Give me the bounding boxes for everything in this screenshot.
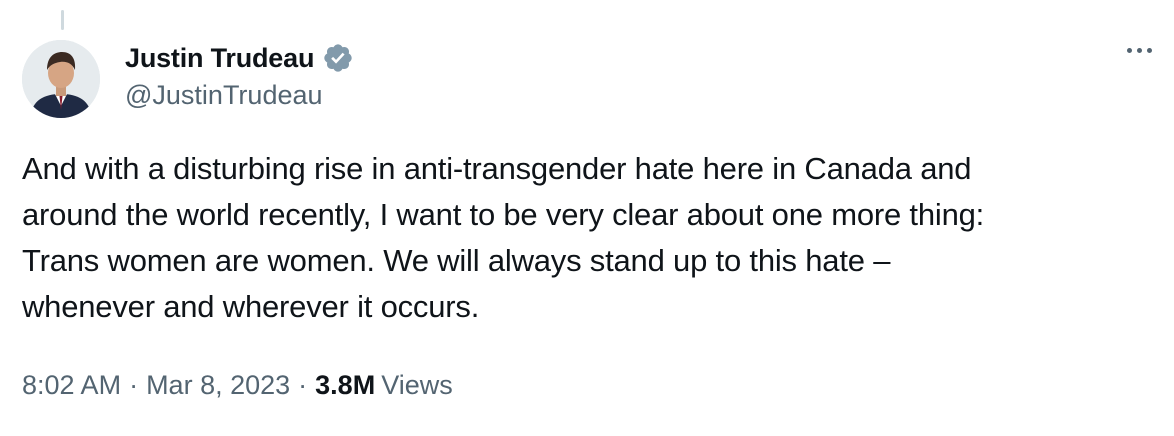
thread-connector-line bbox=[61, 10, 64, 30]
more-dot bbox=[1127, 48, 1132, 53]
tweet-time[interactable]: 8:02 AM bbox=[22, 370, 121, 401]
tweet-meta: 8:02 AM · Mar 8, 2023 · 3.8M Views bbox=[22, 370, 453, 401]
avatar[interactable] bbox=[22, 40, 100, 118]
more-dot bbox=[1147, 48, 1152, 53]
verified-badge-icon[interactable] bbox=[322, 42, 354, 74]
tweet-date[interactable]: Mar 8, 2023 bbox=[146, 370, 290, 401]
views-label[interactable]: Views bbox=[381, 370, 453, 401]
meta-separator: · bbox=[298, 370, 308, 400]
avatar-image bbox=[22, 40, 100, 118]
author-handle[interactable]: @JustinTrudeau bbox=[125, 80, 323, 111]
more-options-icon[interactable] bbox=[1127, 48, 1152, 53]
views-count[interactable]: 3.8M bbox=[315, 370, 375, 401]
tweet-text: And with a disturbing rise in anti-trans… bbox=[22, 151, 985, 324]
author-display-name[interactable]: Justin Trudeau bbox=[125, 43, 314, 74]
author-name-row: Justin Trudeau bbox=[125, 38, 354, 78]
more-dot bbox=[1137, 48, 1142, 53]
meta-separator: · bbox=[129, 370, 139, 400]
